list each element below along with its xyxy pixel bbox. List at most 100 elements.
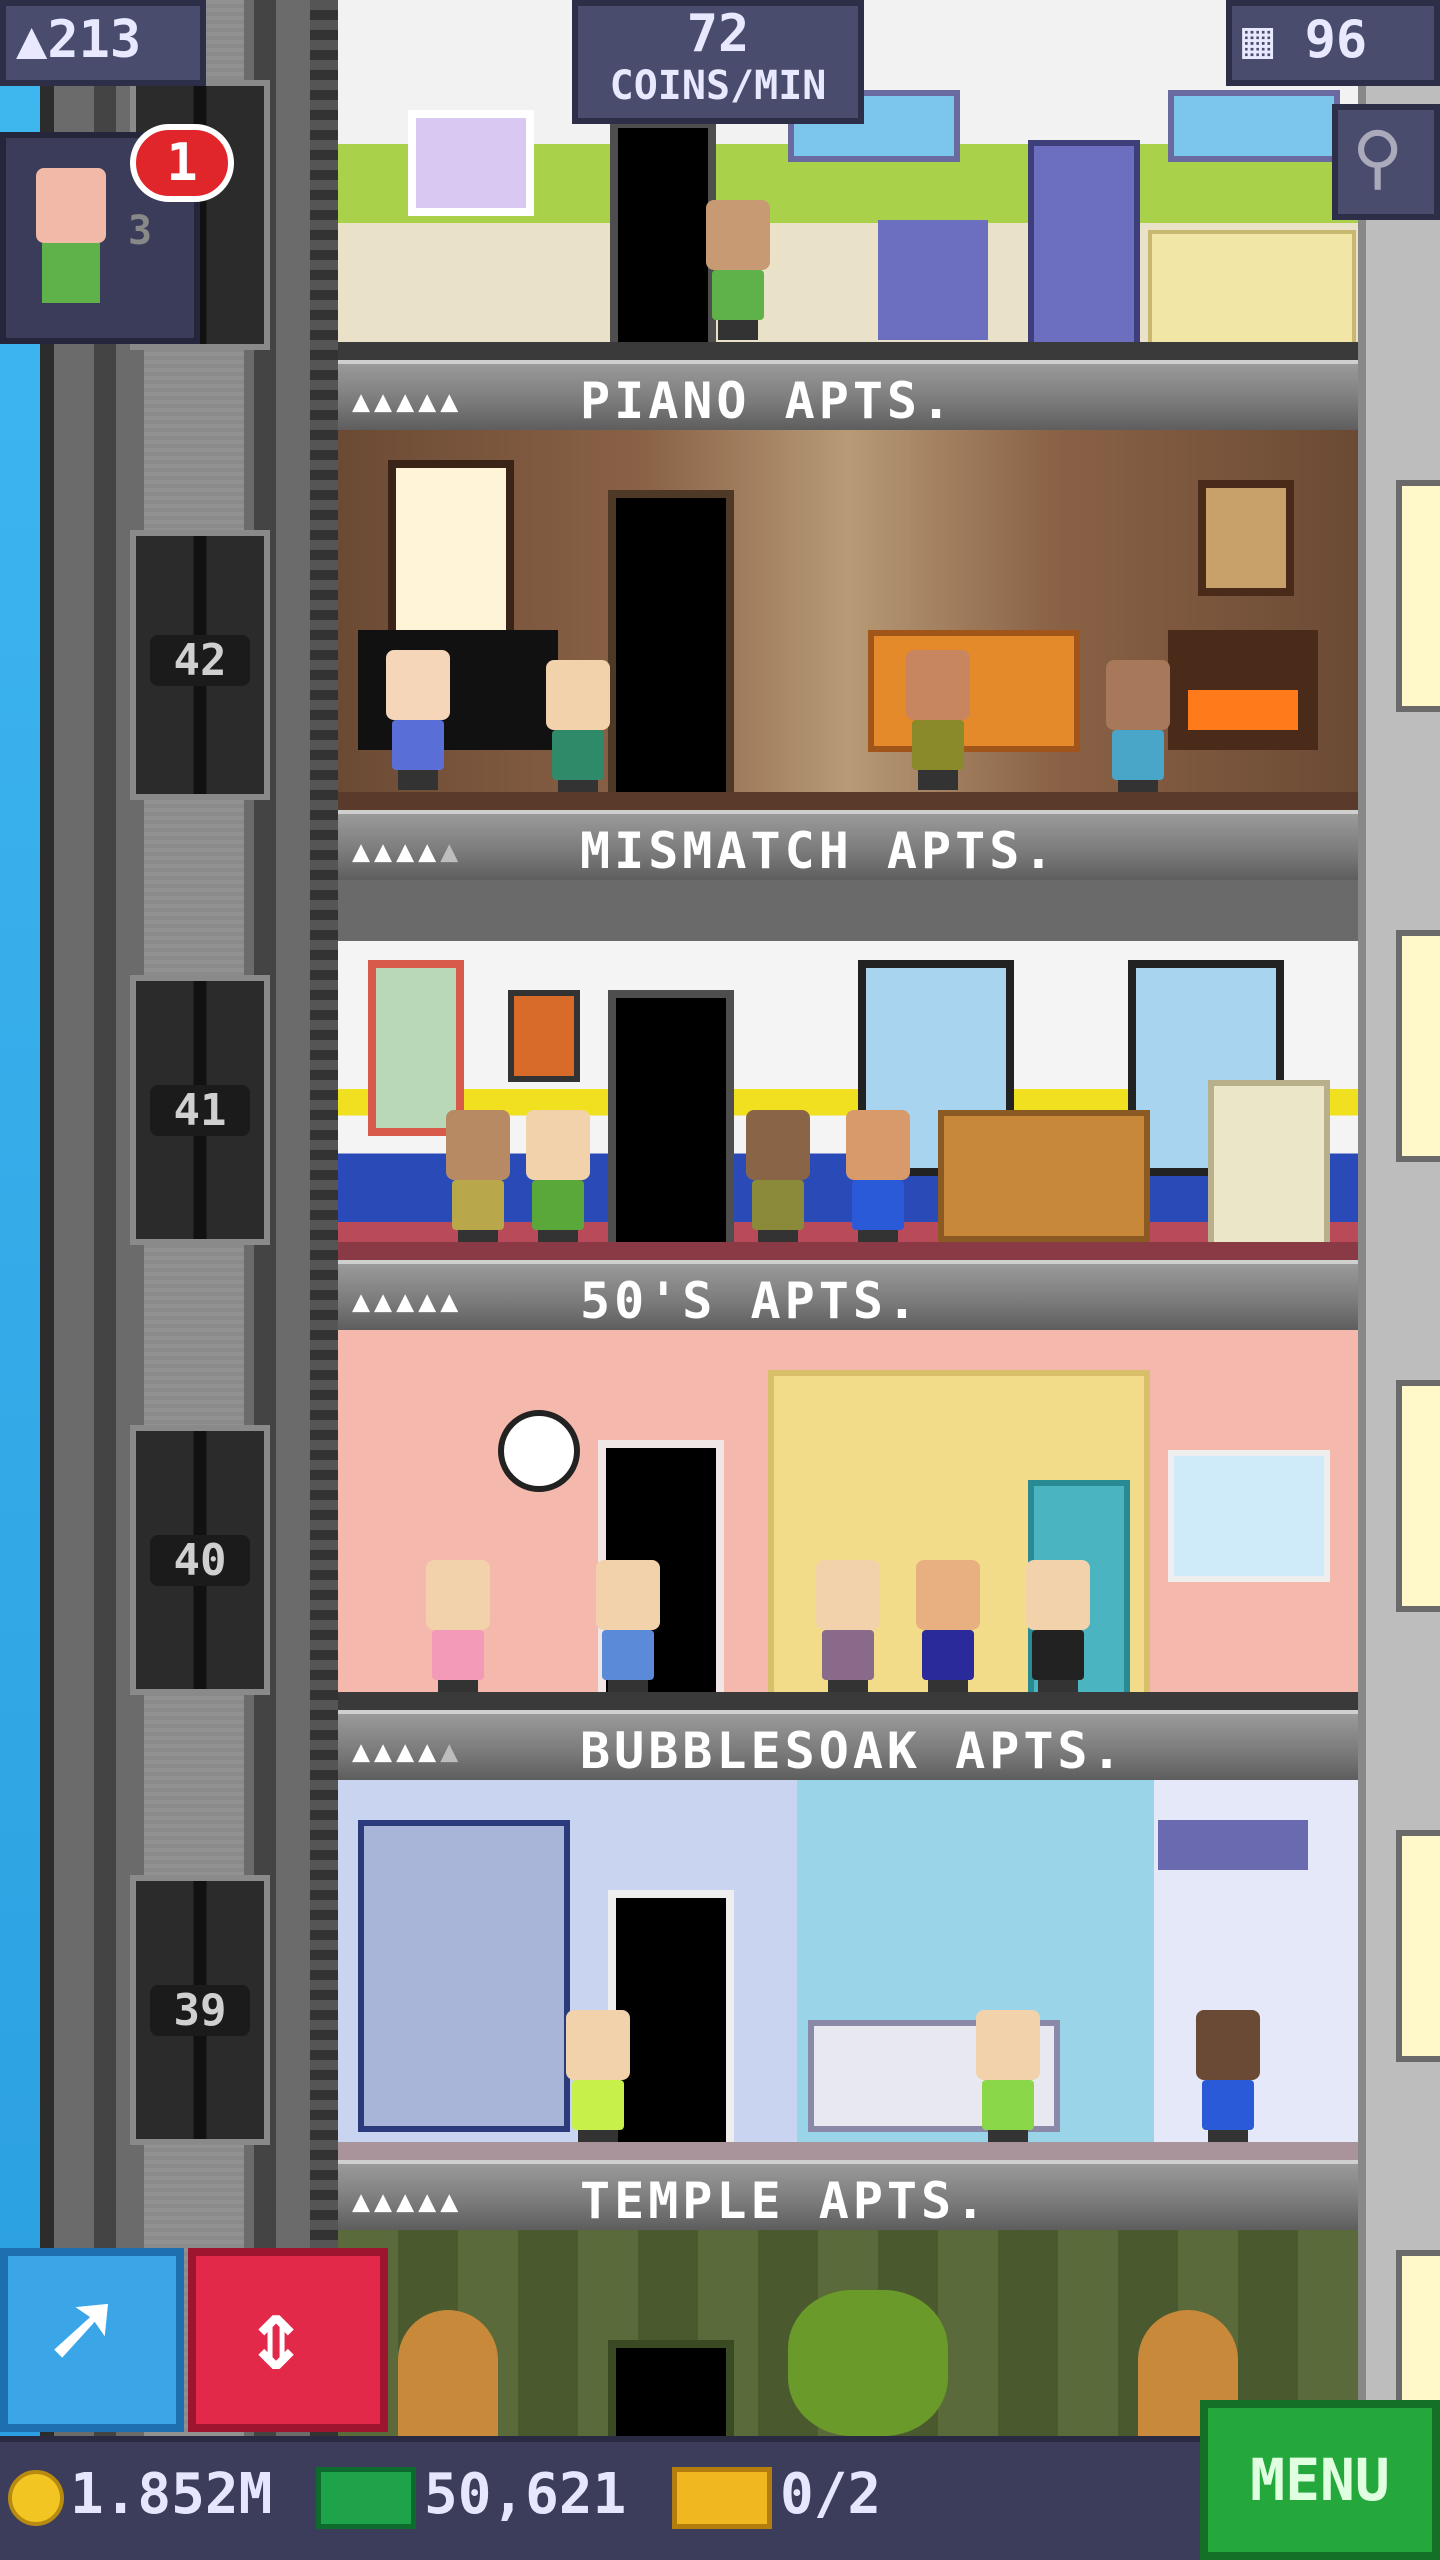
jungle-plant [788,2290,948,2436]
resident[interactable] [808,1560,888,1700]
resident[interactable] [908,1560,988,1700]
wall-window [1396,930,1440,1162]
resident[interactable] [1098,660,1178,800]
temple-statue [398,2310,498,2436]
floor-piano-apts[interactable] [338,430,1358,810]
window [1168,90,1340,162]
population-value: 213 [47,10,142,70]
doorway [608,2340,734,2436]
resident-avatar [36,168,106,243]
occupancy-indicator: ▲▲▲▲▲ [352,834,463,869]
wall-painting [408,110,534,216]
elevator-floor-number: 42 [150,635,250,686]
resident[interactable] [518,1110,598,1250]
resident[interactable] [588,1560,668,1700]
sofa [938,1110,1150,1242]
floor-count-counter[interactable]: ▦ 96 [1226,0,1440,86]
floor-name: BUBBLESOAK APTS. [580,1722,1126,1780]
population-counter[interactable]: ▲213 [0,0,206,86]
wall-window [1396,1380,1440,1612]
floor-label-bar[interactable]: ▲▲▲▲▲ PIANO APTS. [338,360,1358,430]
floor-bubblesoak-apts[interactable] [338,1780,1358,2160]
room-scene [338,1780,1358,2160]
floor-mismatch-apts[interactable] [338,880,1358,1260]
shelf [1158,1820,1308,1870]
wall-window [1396,480,1440,712]
tickets-value: 0/2 [780,2462,882,2527]
resident[interactable] [378,650,458,790]
resident[interactable] [898,650,978,790]
floor-name: PIANO APTS. [580,372,956,430]
occupancy-indicator: ▲▲▲▲▲ [352,2184,463,2219]
floor-label-bar[interactable]: ▲▲▲▲▲ MISMATCH APTS. [338,810,1358,880]
coins-per-minute-display: 72 COINS/MIN [572,0,864,124]
elevator-cable [144,0,244,2560]
magnifier-icon: ⚲ [1352,116,1404,198]
resident[interactable] [1188,2010,1268,2150]
resident[interactable] [738,1110,818,1250]
resident[interactable] [438,1110,518,1250]
wall-painting [1198,480,1294,596]
elevator-shaft[interactable] [40,0,330,2560]
room-scene [338,1330,1358,1710]
doorway [608,990,734,1260]
tower-bux-icon [316,2466,416,2529]
resident[interactable] [968,2010,1048,2150]
resident[interactable] [698,200,778,340]
elevator-floor-number: 39 [150,1985,250,2036]
floor-label-bar[interactable]: ▲▲▲▲▲ TEMPLE APTS. [338,2160,1358,2230]
floor-base [338,1242,1358,1260]
floor-label-bar[interactable]: ▲▲▲▲▲ 50'S APTS. [338,1260,1358,1330]
resident[interactable] [418,1560,498,1700]
resident-avatar-body [42,243,100,303]
coins-display[interactable]: 1.852M [8,2462,272,2527]
floor-50s-apts[interactable] [338,1330,1358,1710]
coins-value: 1.852M [70,2462,273,2527]
stove [878,220,988,340]
cabinets [1148,230,1356,348]
tower-right-wall [1358,0,1440,2560]
tickets-display[interactable]: 0/2 [672,2462,881,2529]
fireplace [1168,630,1318,750]
tower-bux-value: 50,621 [424,2462,627,2527]
floor-label-bar[interactable]: ▲▲▲▲▲ BUBBLESOAK APTS. [338,1710,1358,1780]
floor-name: 50'S APTS. [580,1272,922,1330]
resident[interactable] [538,660,618,800]
elevator-rail-left [94,0,116,2560]
menu-button[interactable]: MENU [1200,2400,1440,2560]
floor-name: MISMATCH APTS. [580,822,1058,880]
window [1168,1450,1330,1582]
fridge [1028,140,1140,352]
elevator-floor-number: 41 [150,1085,250,1136]
search-floor-button[interactable]: ⚲ [1332,104,1440,220]
wall-window [1396,1830,1440,2062]
floor-base [338,2142,1358,2160]
floor-base [338,342,1358,360]
room-scene [338,880,1358,1260]
canopy-bed [358,1820,570,2132]
room-scene [338,430,1358,810]
floor-count-value: 96 [1304,10,1368,70]
up-down-arrows-icon: ⇕ [246,2276,307,2393]
resident[interactable] [1018,1560,1098,1700]
partial-floor-number: 3 [128,208,153,254]
window [388,460,514,656]
notification-badge: 1 [130,124,234,202]
coins-rate-unit: COINS/MIN [609,63,827,109]
person-icon: ▲ [16,10,48,70]
building-icon: ▦ [1242,10,1274,70]
raise-elevator-button[interactable]: ➚ [0,2248,184,2432]
wall-painting [508,990,580,1082]
elevator-floor-number: 40 [150,1535,250,1586]
resident[interactable] [838,1110,918,1250]
wall-clock [498,1410,580,1492]
floor-base [338,792,1358,810]
tower-bux-display[interactable]: 50,621 [316,2462,626,2529]
resident[interactable] [558,2010,638,2150]
doorway [608,490,734,810]
elevator-up-down-button[interactable]: ⇕ [188,2248,388,2432]
ticket-icon [672,2466,772,2529]
occupancy-indicator: ▲▲▲▲▲ [352,1734,463,1769]
tower-frame [310,0,338,2560]
floor-base [338,1692,1358,1710]
